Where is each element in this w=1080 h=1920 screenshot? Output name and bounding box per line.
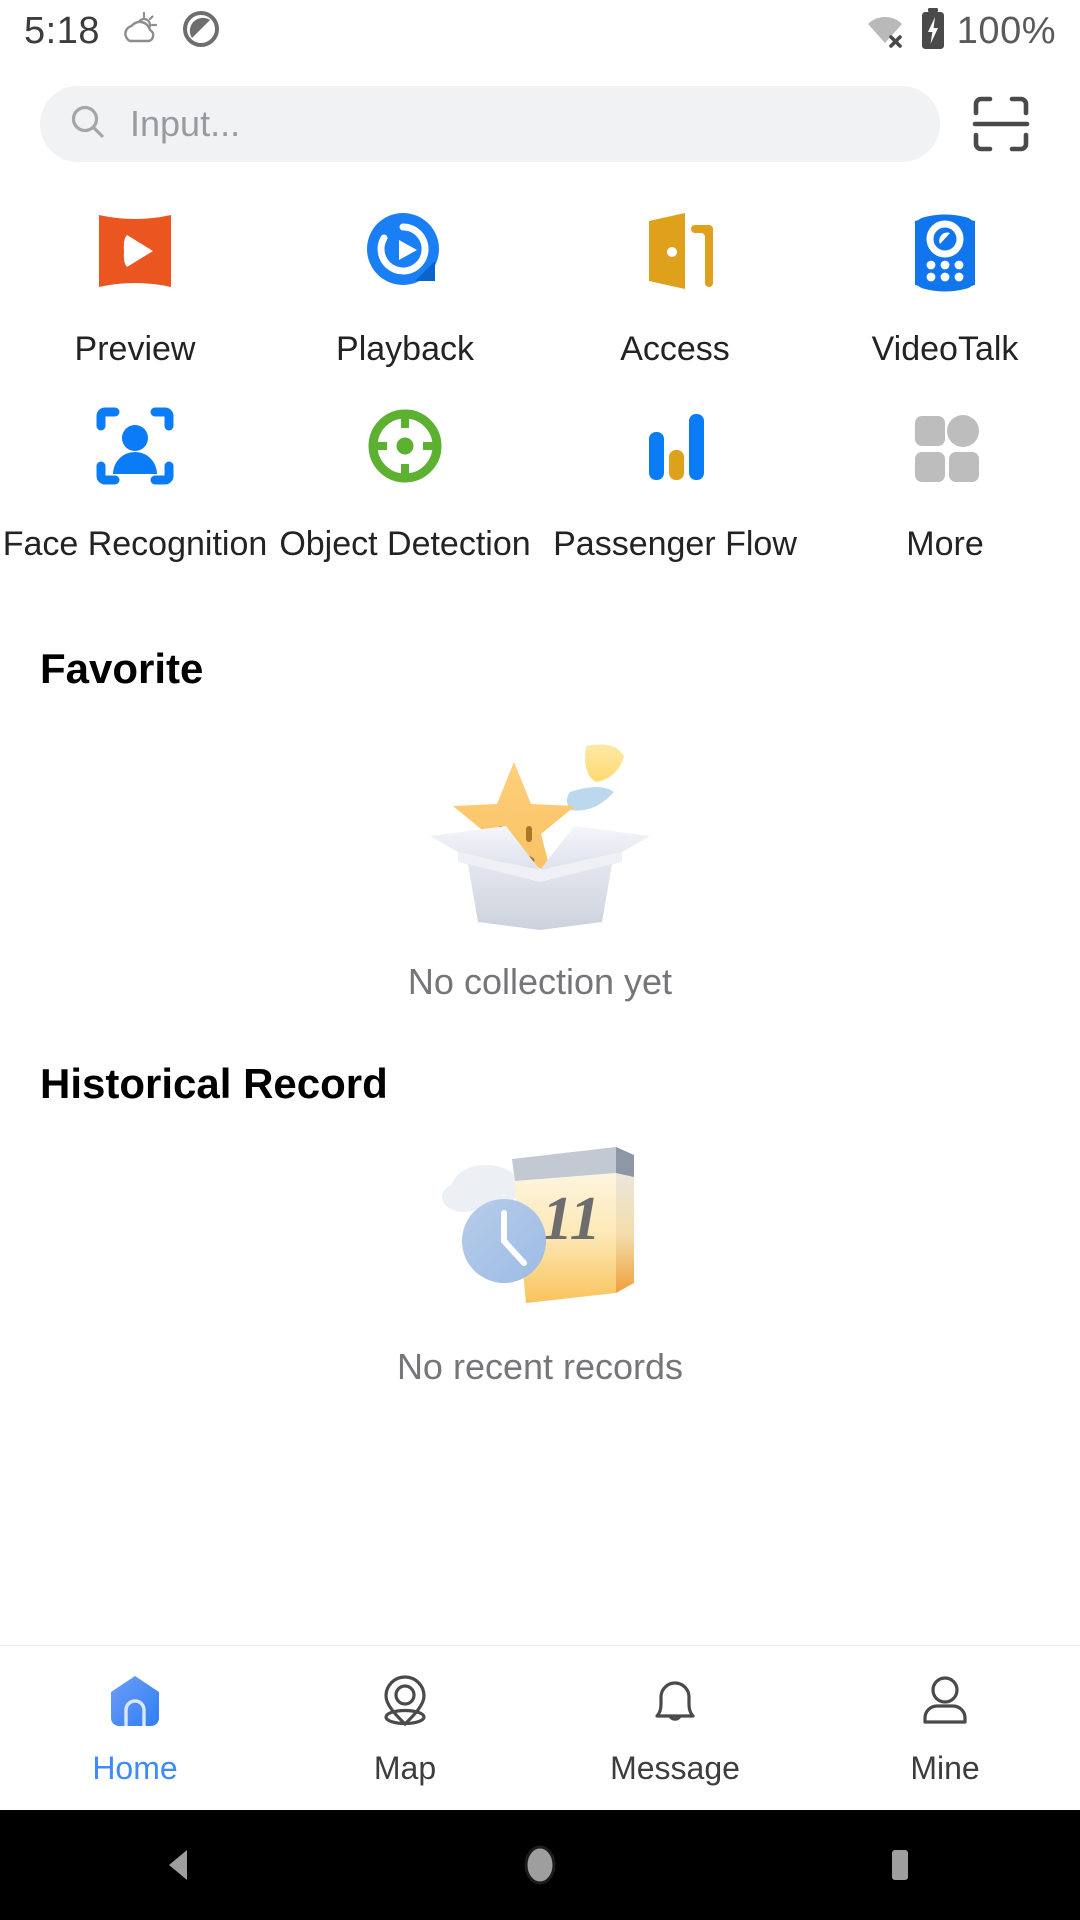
app-label: Face Recognition <box>2 525 268 563</box>
more-grid-icon <box>890 391 1000 501</box>
status-bar-right: 100% <box>863 7 1056 56</box>
person-icon <box>913 1670 977 1734</box>
app-label: Preview <box>74 330 196 368</box>
map-pin-icon <box>373 1670 437 1734</box>
app-item-face-recognition[interactable]: Face Recognition <box>0 391 270 564</box>
weather-cloud-sun-icon <box>118 7 162 56</box>
wifi-disconnected-icon <box>863 9 909 54</box>
favorite-section-title: Favorite <box>40 645 204 692</box>
app-item-preview[interactable]: Preview <box>0 196 270 369</box>
status-bar-clock: 5:18 <box>24 9 100 52</box>
battery-charging-icon <box>919 7 947 56</box>
back-triangle-icon[interactable] <box>120 1810 240 1920</box>
videotalk-icon <box>890 196 1000 306</box>
tab-mine[interactable]: Mine <box>810 1670 1080 1787</box>
app-item-object-detection[interactable]: Object Detection <box>270 391 540 564</box>
recents-square-icon[interactable] <box>840 1810 960 1920</box>
historical-record-empty-state: 11 No recent records <box>0 1125 1080 1388</box>
home-icon <box>103 1670 167 1734</box>
app-label: Object Detection <box>279 525 531 563</box>
tab-message[interactable]: Message <box>540 1670 810 1787</box>
empty-box-star-icon <box>410 730 670 935</box>
face-recognition-icon <box>80 391 190 501</box>
object-detection-icon <box>350 391 460 501</box>
playback-icon <box>350 196 460 306</box>
tab-home[interactable]: Home <box>0 1670 270 1787</box>
tab-label: Mine <box>910 1749 980 1786</box>
app-label: Access <box>620 330 730 368</box>
search-row: Input... <box>0 80 1080 168</box>
passenger-flow-icon <box>620 391 730 501</box>
app-label: Playback <box>336 330 474 368</box>
app-item-videotalk[interactable]: VideoTalk <box>810 196 1080 369</box>
app-label: VideoTalk <box>871 330 1019 368</box>
app-label: More <box>906 525 984 563</box>
app-item-more[interactable]: More <box>810 391 1080 564</box>
bottom-tab-bar: Home Map Message Mine <box>0 1645 1080 1810</box>
app-grid: Preview Playback Access VideoTalk Face R… <box>0 196 1080 564</box>
tab-label: Map <box>373 1749 437 1786</box>
search-input[interactable]: Input... <box>40 86 940 162</box>
battery-percent-label: 100% <box>956 9 1056 52</box>
scan-icon[interactable] <box>962 85 1040 163</box>
app-item-playback[interactable]: Playback <box>270 196 540 369</box>
app-label: Passenger Flow <box>553 525 797 563</box>
search-placeholder: Input... <box>130 103 241 144</box>
access-door-icon <box>620 196 730 306</box>
favorite-empty-text: No collection yet <box>407 961 673 1002</box>
favorite-empty-state: No collection yet <box>0 730 1080 1003</box>
search-icon <box>68 102 108 147</box>
status-bar-left: 5:18 <box>24 7 222 56</box>
app-item-passenger-flow[interactable]: Passenger Flow <box>540 391 810 564</box>
home-circle-icon[interactable] <box>480 1810 600 1920</box>
android-navigation-bar <box>0 1810 1080 1920</box>
bell-icon <box>643 1670 707 1734</box>
calendar-clock-icon: 11 <box>420 1125 660 1320</box>
tab-label: Home <box>92 1749 178 1786</box>
do-not-disturb-icon <box>180 8 222 55</box>
preview-icon <box>80 196 190 306</box>
calendar-day-number: 11 <box>542 1185 601 1253</box>
app-item-access[interactable]: Access <box>540 196 810 369</box>
tab-map[interactable]: Map <box>270 1670 540 1787</box>
tab-label: Message <box>610 1749 740 1786</box>
historical-record-section-title: Historical Record <box>40 1060 388 1107</box>
status-bar: 5:18 100% <box>0 0 1080 62</box>
historical-record-empty-text: No recent records <box>396 1346 684 1387</box>
